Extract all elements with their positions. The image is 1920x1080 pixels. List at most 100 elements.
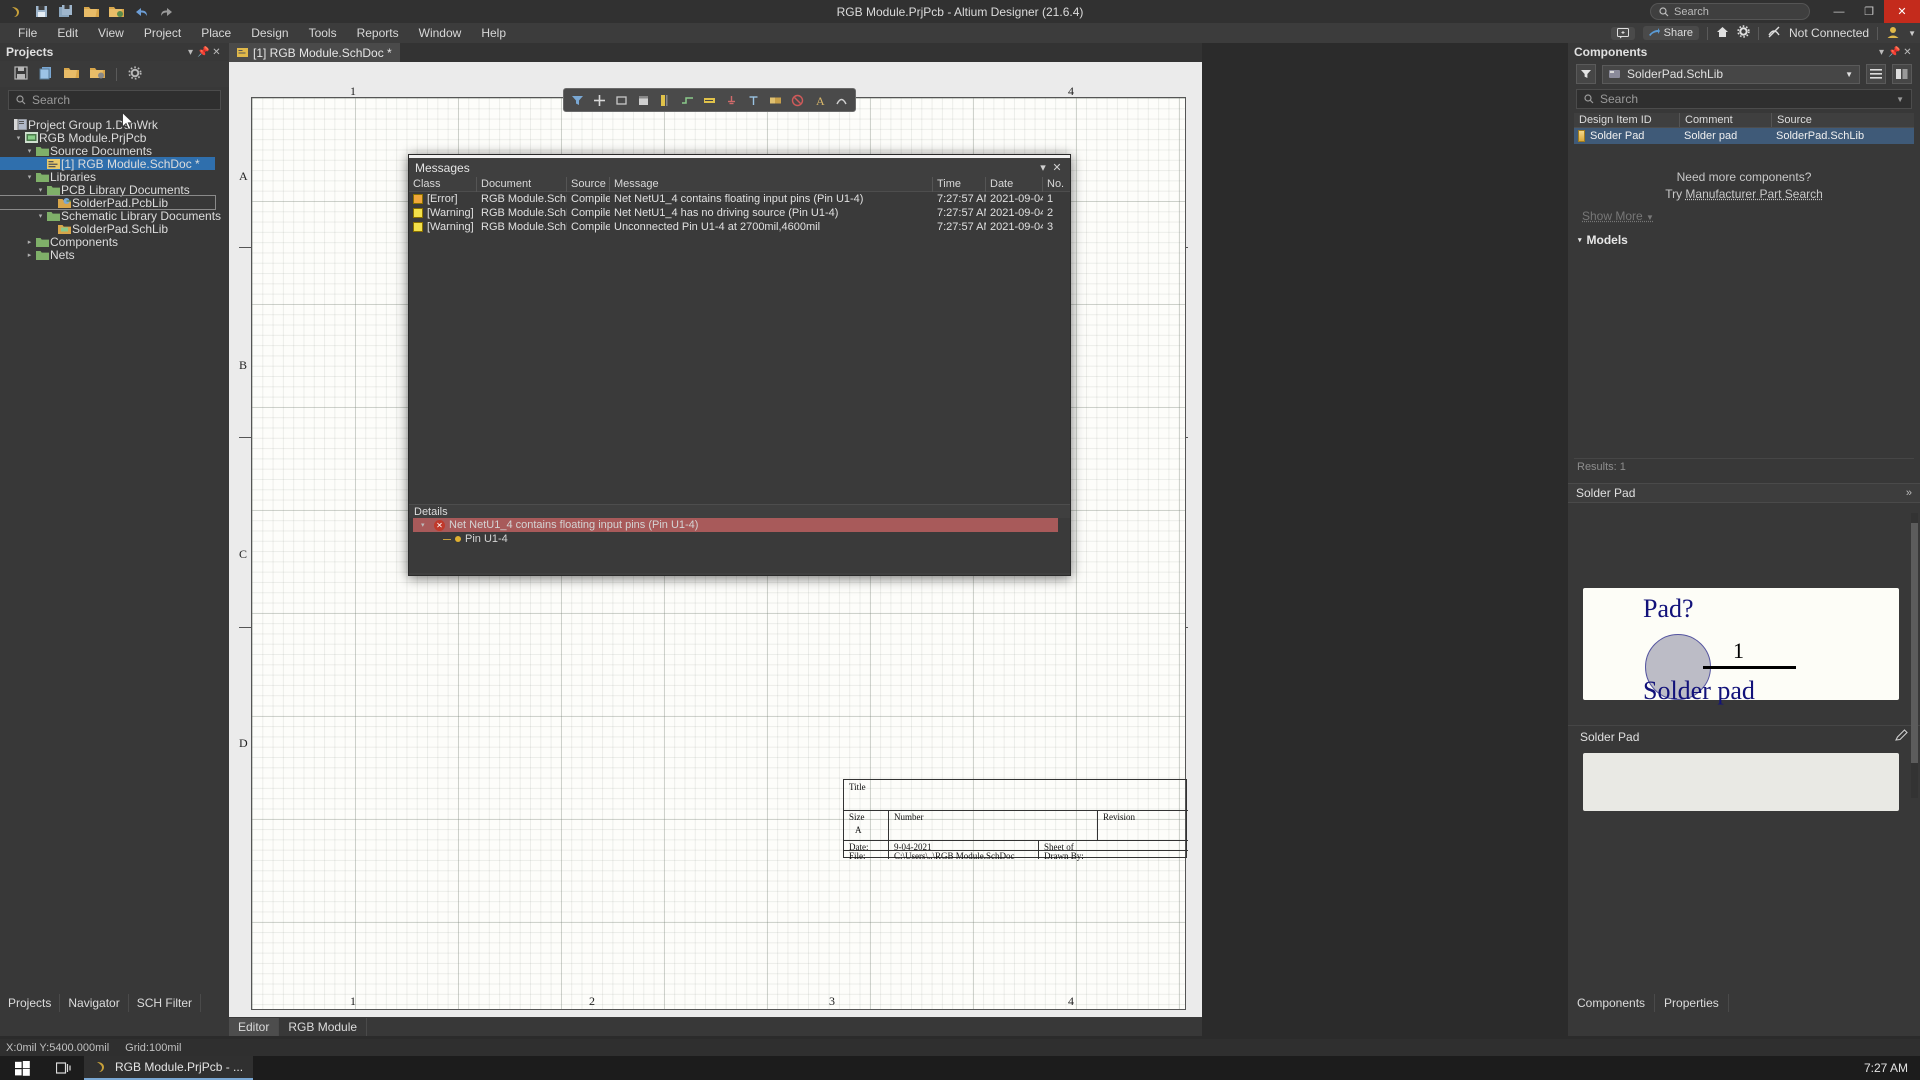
projects-search-input[interactable]: Search — [8, 90, 221, 110]
models-section-header[interactable]: ▾ Models — [1578, 233, 1920, 247]
column-header-no[interactable]: No. — [1043, 177, 1070, 192]
menu-view[interactable]: View — [88, 23, 134, 43]
undo-icon[interactable] — [133, 4, 149, 20]
component-preview[interactable]: Pad? 1 Solder pad — [1583, 588, 1899, 705]
library-select-chevron-down-icon[interactable]: ▼ — [1845, 70, 1853, 79]
place-rectangle-icon[interactable] — [612, 91, 631, 110]
place-wire-icon[interactable] — [678, 91, 697, 110]
detail-caret-icon[interactable]: ▾ — [421, 521, 430, 529]
tab-editor[interactable]: Editor — [229, 1018, 280, 1036]
edit-pencil-icon[interactable] — [1895, 728, 1908, 745]
tree-item[interactable]: ▾ Libraries — [0, 170, 229, 184]
tree-item[interactable]: ▸ Components — [0, 235, 229, 249]
menu-edit[interactable]: Edit — [47, 23, 88, 43]
tree-caret-icon[interactable]: ▾ — [24, 173, 35, 181]
message-row[interactable]: [Warning] RGB Module.SchD Compiler Net NetU… — [409, 206, 1070, 220]
tree-caret-icon[interactable]: ▾ — [35, 186, 46, 194]
tree-item[interactable]: SolderPad.PcbLib — [0, 195, 216, 210]
tree-item[interactable]: ▾ Source Documents — [0, 144, 229, 158]
project-options-gear-icon[interactable] — [128, 65, 142, 83]
components-search-chevron-down-icon[interactable]: ▼ — [1896, 95, 1904, 104]
messages-dialog[interactable]: Messages ▾ ✕ Class Document Source Messa… — [408, 154, 1071, 576]
column-header-date[interactable]: Date — [986, 176, 1043, 192]
tree-caret-icon[interactable]: ▸ — [24, 251, 35, 259]
task-view-icon[interactable] — [44, 1056, 84, 1080]
panel-close-icon[interactable]: ✕ — [210, 47, 223, 58]
menu-tools[interactable]: Tools — [299, 23, 347, 43]
user-avatar[interactable] — [1886, 25, 1900, 42]
components-grid-view-icon[interactable] — [1892, 64, 1912, 84]
tree-caret-icon[interactable]: ▾ — [13, 134, 24, 142]
show-more-button[interactable]: Show More ▼ — [1582, 209, 1906, 223]
tab-sch-filter[interactable]: SCH Filter — [129, 994, 202, 1012]
place-port-icon[interactable] — [766, 91, 785, 110]
place-power-port-icon[interactable] — [744, 91, 763, 110]
place-net-label-icon[interactable] — [700, 91, 719, 110]
models-caret-icon[interactable]: ▾ — [1578, 236, 1582, 244]
components-search-input[interactable]: Search ▼ — [1576, 89, 1912, 109]
detail-row[interactable]: ▾ ✕ Net NetU1_4 contains floating input pi… — [413, 518, 1058, 532]
menu-reports[interactable]: Reports — [347, 23, 409, 43]
save-icon[interactable] — [33, 4, 49, 20]
home-icon[interactable] — [1716, 26, 1729, 41]
tree-item[interactable]: [1] RGB Module.SchDoc * — [0, 157, 215, 171]
save-project-icon[interactable] — [14, 65, 28, 83]
column-header-design-item-id[interactable]: Design Item ID — [1574, 113, 1680, 127]
place-bus-icon[interactable] — [656, 91, 675, 110]
components-filter-icon[interactable] — [1576, 64, 1596, 84]
tab-projects[interactable]: Projects — [0, 994, 61, 1012]
column-header-class[interactable]: Class — [409, 176, 477, 192]
place-no-erc-icon[interactable] — [788, 91, 807, 110]
detail-row[interactable]: Pin U1-4 — [409, 532, 1070, 546]
components-list[interactable]: Solder Pad Solder pad SolderPad.SchLib — [1568, 128, 1920, 144]
save-all-icon[interactable] — [58, 4, 74, 20]
components-panel-close-icon[interactable]: ✕ — [1901, 47, 1914, 58]
document-tab-rgb-module[interactable]: [1] RGB Module.SchDoc * — [229, 43, 400, 62]
tree-item[interactable]: ▸ Nets — [0, 248, 229, 262]
messages-close-icon[interactable]: ✕ — [1050, 161, 1064, 174]
menu-window[interactable]: Window — [409, 23, 472, 43]
tab-properties[interactable]: Properties — [1655, 994, 1729, 1012]
place-part-icon[interactable] — [590, 91, 609, 110]
show-more-chevron-down-icon[interactable]: ▼ — [1646, 213, 1654, 222]
tree-item[interactable]: ▾ PCB Library Documents — [0, 183, 229, 197]
start-button-icon[interactable] — [0, 1056, 44, 1080]
menu-design[interactable]: Design — [241, 23, 298, 43]
panel-menu-chevron-down-icon[interactable]: ▾ — [184, 47, 197, 58]
tab-navigator[interactable]: Navigator — [60, 994, 129, 1012]
altium-logo-icon[interactable] — [8, 4, 24, 20]
panel-pin-icon[interactable]: 📌 — [197, 47, 210, 58]
column-header-time[interactable]: Time — [933, 176, 986, 192]
taskbar-altium-app[interactable]: RGB Module.PrjPcb - ... — [84, 1056, 254, 1080]
place-gnd-icon[interactable] — [722, 91, 741, 110]
column-header-message[interactable]: Message — [610, 176, 933, 192]
messages-details-tree[interactable]: ▾ ✕ Net NetU1_4 contains floating input pi… — [409, 518, 1070, 573]
gear-icon[interactable] — [1737, 25, 1750, 41]
tree-item[interactable]: ▾ RGB Module.PrjPcb — [0, 131, 229, 145]
minimize-button[interactable]: — — [1824, 0, 1854, 23]
components-panel-pin-icon[interactable]: 📌 — [1888, 47, 1901, 58]
sheet-title-block[interactable]: Title Size A Number Revision Date: 9-04-… — [843, 779, 1188, 861]
components-detail-scrollbar[interactable] — [1911, 513, 1918, 798]
tab-components[interactable]: Components — [1568, 994, 1656, 1012]
menu-project[interactable]: Project — [134, 23, 191, 43]
compile-project-icon[interactable] — [39, 66, 53, 83]
tree-caret-icon[interactable]: ▾ — [35, 212, 46, 220]
close-project-folder-icon[interactable] — [90, 66, 105, 82]
place-text-icon[interactable]: A — [810, 91, 829, 110]
comments-button[interactable] — [1610, 26, 1635, 40]
open-project-icon[interactable] — [108, 4, 124, 20]
column-header-source[interactable]: Source — [567, 176, 610, 192]
tree-item[interactable]: ▾ Schematic Library Documents — [0, 209, 229, 223]
close-button[interactable]: ✕ — [1884, 0, 1920, 23]
manufacturer-part-search-link[interactable]: Manufacturer Part Search — [1685, 187, 1822, 201]
library-select[interactable]: SolderPad.SchLib ▼ — [1602, 64, 1860, 84]
tree-caret-icon[interactable]: ▸ — [24, 238, 35, 246]
components-list-view-icon[interactable] — [1866, 64, 1886, 84]
filter-icon[interactable] — [568, 91, 587, 110]
tree-caret-icon[interactable]: ▾ — [24, 147, 35, 155]
column-header-source[interactable]: Source — [1772, 113, 1912, 127]
message-row[interactable]: [Warning] RGB Module.SchD Compiler Unconnec… — [409, 220, 1070, 234]
component-row[interactable]: Solder Pad Solder pad SolderPad.SchLib — [1574, 128, 1914, 144]
share-button[interactable]: Share — [1642, 26, 1700, 40]
